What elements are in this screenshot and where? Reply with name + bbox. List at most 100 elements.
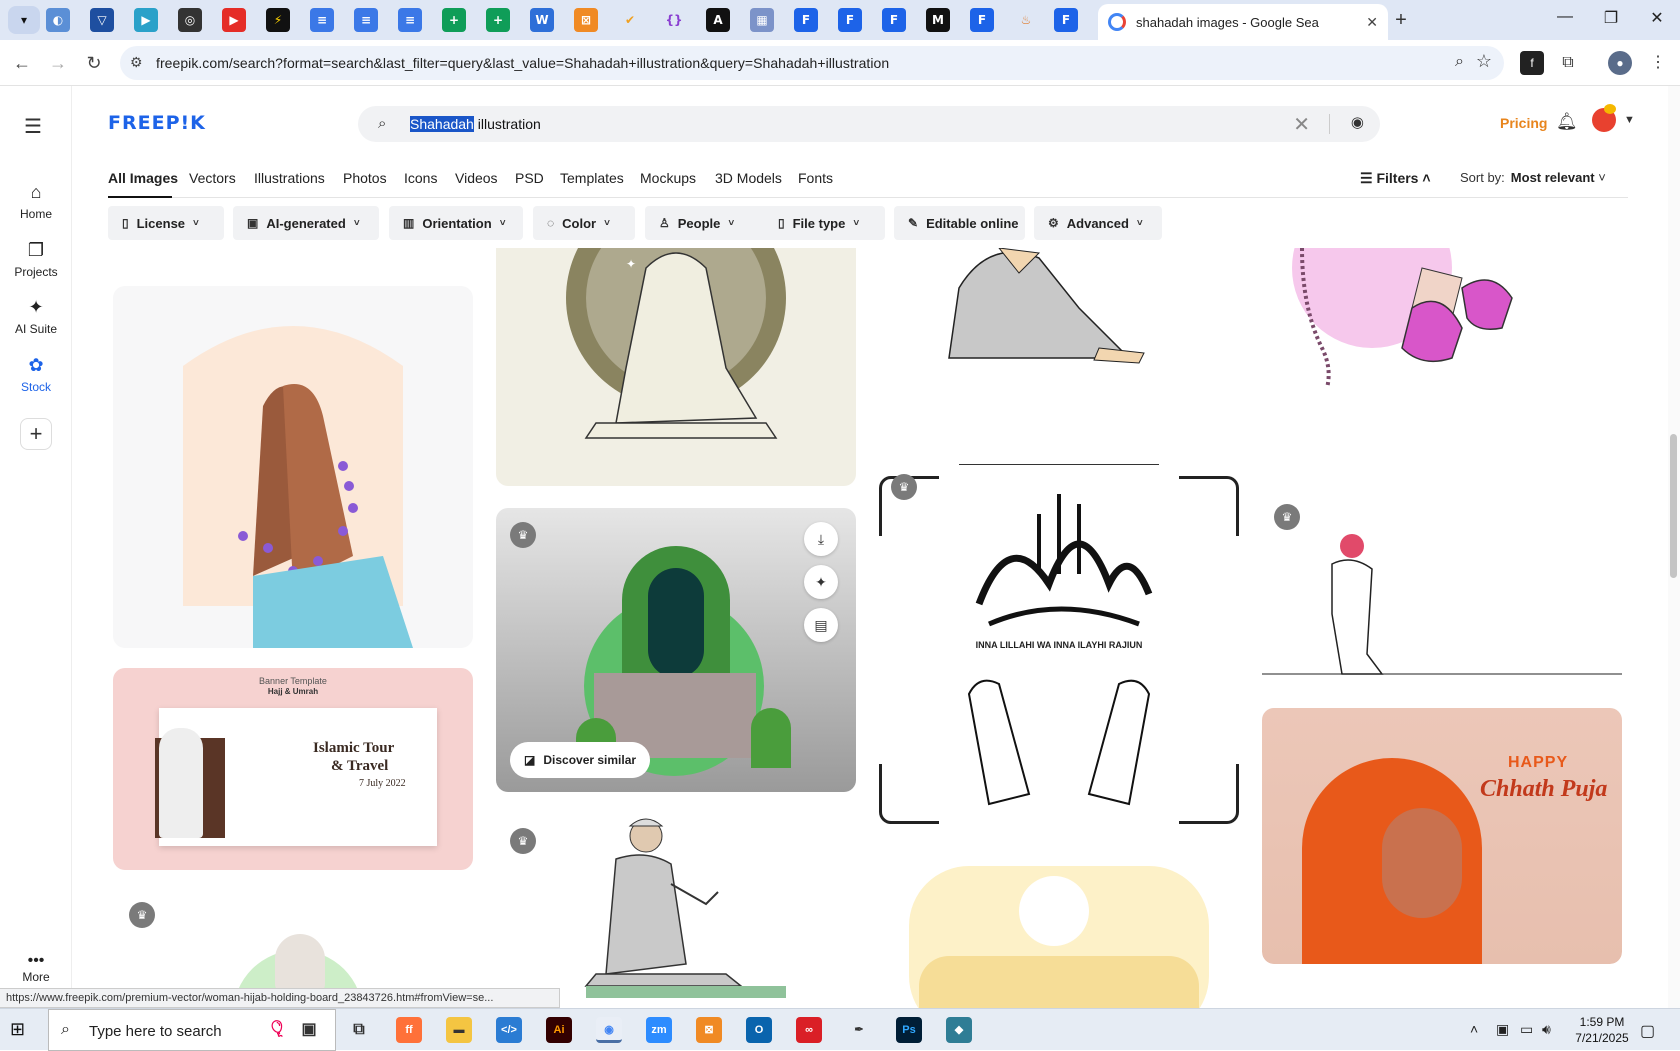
pinned-tab-icon[interactable]: ◎ xyxy=(178,8,202,32)
filter-file-type[interactable]: ▯ File type ˅ xyxy=(764,206,885,240)
notifications-icon[interactable]: ▢ xyxy=(1640,1021,1655,1041)
filter-ai-generated[interactable]: ▣ AI-generated ˅ xyxy=(233,206,379,240)
sheets-tab-icon[interactable]: + xyxy=(486,8,510,32)
freepik-tab-icon[interactable]: F xyxy=(1054,8,1078,32)
address-bar[interactable]: ⚙ freepik.com/search?format=search&last_… xyxy=(120,46,1504,80)
balloons-icon[interactable]: 🎈︎ xyxy=(262,1017,292,1043)
filter-people[interactable]: ♙ People ˅ xyxy=(645,206,783,240)
search-input[interactable]: Shahadah illustration xyxy=(410,116,541,132)
image-card-hovered[interactable]: ♛ ⤓ ✦ ▤ ◪ Discover similar xyxy=(496,508,856,792)
pinned-tab-icon[interactable]: ⊠ xyxy=(574,8,598,32)
creative-cloud-icon[interactable]: ∞ xyxy=(796,1017,822,1043)
pinned-tab-icon[interactable]: ▽ xyxy=(90,8,114,32)
firefox-icon[interactable]: ff xyxy=(396,1017,422,1043)
youtube-tab-icon[interactable]: ▶ xyxy=(222,8,246,32)
forward-icon[interactable]: → xyxy=(46,51,70,75)
filter-orientation[interactable]: ▥ Orientation ˅ xyxy=(389,206,523,240)
pinned-tab-icon[interactable]: W xyxy=(530,8,554,32)
reload-icon[interactable]: ↻ xyxy=(82,51,106,75)
scrollbar-thumb[interactable] xyxy=(1670,434,1677,578)
filter-license[interactable]: ▯ License ˅ xyxy=(108,206,224,240)
vscode-icon[interactable]: </> xyxy=(496,1017,522,1043)
file-explorer-icon[interactable]: ▬ xyxy=(446,1017,472,1043)
freepik-logo[interactable]: FREEP!K xyxy=(108,112,206,134)
bookmark-star-icon[interactable]: ☆ xyxy=(1476,51,1492,72)
tab-icons[interactable]: Icons xyxy=(404,170,437,186)
tab-psd[interactable]: PSD xyxy=(515,170,544,186)
browser-menu-icon[interactable]: ⋮ xyxy=(1646,51,1670,75)
image-card[interactable] xyxy=(1262,248,1622,408)
camera-app-icon[interactable]: ▣ xyxy=(296,1017,322,1043)
tab-illustrations[interactable]: Illustrations xyxy=(254,170,325,186)
pinned-tab-icon[interactable]: ▶ xyxy=(134,8,158,32)
search-bar[interactable]: ⌕ Shahadah illustration ✕ ◉ xyxy=(358,106,1380,142)
sidebar-item-ai-suite[interactable]: ✦ AI Suite xyxy=(0,297,72,336)
url-text[interactable]: freepik.com/search?format=search&last_fi… xyxy=(156,55,889,71)
sidebar-item-stock[interactable]: ✿ Stock xyxy=(0,355,72,394)
tray-chevron-icon[interactable]: ˄ xyxy=(1470,1021,1478,1037)
docs-tab-icon[interactable]: ≡ xyxy=(398,8,422,32)
image-card[interactable] xyxy=(113,286,473,648)
clear-search-icon[interactable]: ✕ xyxy=(1293,112,1310,137)
minimize-icon[interactable]: — xyxy=(1550,8,1580,26)
docs-tab-icon[interactable]: ≡ xyxy=(310,8,334,32)
profile-avatar[interactable]: ● xyxy=(1608,51,1632,75)
camera-search-icon[interactable]: ◉ xyxy=(1351,113,1364,131)
tab-videos[interactable]: Videos xyxy=(455,170,498,186)
app-icon[interactable]: ◆ xyxy=(946,1017,972,1043)
pinned-tab-icon[interactable]: ◐ xyxy=(46,8,70,32)
add-button[interactable]: + xyxy=(20,418,52,450)
image-card[interactable] xyxy=(879,846,1239,1008)
pinned-tab-icon[interactable]: ♨ xyxy=(1014,8,1038,32)
ai-edit-button[interactable]: ✦ xyxy=(804,565,838,599)
tab-fonts[interactable]: Fonts xyxy=(798,170,833,186)
download-button[interactable]: ⤓ xyxy=(804,522,838,556)
save-to-collection-button[interactable]: ▤ xyxy=(804,608,838,642)
pinned-tab-icon[interactable]: M xyxy=(926,8,950,32)
taskbar-clock[interactable]: 1:59 PM 7/21/2025 xyxy=(1562,1014,1642,1046)
chrome-icon[interactable]: ◉ xyxy=(596,1017,622,1043)
restore-icon[interactable]: ❐ xyxy=(1596,8,1626,28)
pen-tool-icon[interactable]: ✒ xyxy=(846,1017,872,1043)
close-tab-icon[interactable]: ✕ xyxy=(1366,14,1378,31)
image-card[interactable]: Banner Template Hajj & Umrah Islamic Tou… xyxy=(113,668,473,870)
discover-similar-button[interactable]: ◪ Discover similar xyxy=(510,742,651,778)
pinned-tab-icon[interactable]: ✔ xyxy=(618,8,642,32)
illustrator-icon[interactable]: Ai xyxy=(546,1017,572,1043)
hamburger-menu-icon[interactable]: ☰ xyxy=(24,114,42,139)
filter-advanced[interactable]: ⚙ Advanced ˅ xyxy=(1034,206,1162,240)
sidebar-item-more[interactable]: ••• More xyxy=(0,952,72,984)
sheets-tab-icon[interactable]: + xyxy=(442,8,466,32)
site-info-icon[interactable]: ⚙ xyxy=(130,54,143,71)
image-card[interactable]: ✦ xyxy=(496,248,856,486)
tab-3d-models[interactable]: 3D Models xyxy=(715,170,782,186)
tab-vectors[interactable]: Vectors xyxy=(189,170,236,186)
image-card[interactable]: ♛ INNA LILLAHI WA INNA ILAYHI RAJIUN xyxy=(879,464,1239,824)
outlook-icon[interactable]: O xyxy=(746,1017,772,1043)
freepik-tab-icon[interactable]: F xyxy=(794,8,818,32)
filter-color[interactable]: ◌ Color ˅ xyxy=(533,206,635,240)
window-close-icon[interactable]: ✕ xyxy=(1642,8,1672,28)
network-icon[interactable]: ▣ xyxy=(1496,1021,1509,1038)
tab-templates[interactable]: Templates xyxy=(560,170,624,186)
image-card[interactable] xyxy=(879,248,1239,408)
app-icon[interactable]: ⊠ xyxy=(696,1017,722,1043)
pinned-tab-icon[interactable]: {} xyxy=(662,8,686,32)
filters-toggle[interactable]: ☰ Filters ˄ xyxy=(1360,170,1431,187)
notifications-bell-icon[interactable]: 🔔︎ xyxy=(1556,112,1578,132)
volume-icon[interactable]: 🔊︎ xyxy=(1542,1021,1551,1038)
tab-photos[interactable]: Photos xyxy=(343,170,387,186)
extension-icon[interactable]: f xyxy=(1520,51,1544,75)
chevron-down-icon[interactable]: ▼ xyxy=(1624,114,1635,126)
sidebar-item-home[interactable]: ⌂ Home xyxy=(0,182,72,221)
freepik-tab-icon[interactable]: F xyxy=(882,8,906,32)
sort-dropdown[interactable]: Sort by: Most relevant ˅ xyxy=(1460,170,1606,185)
pinned-tab-icon[interactable]: ⚡ xyxy=(266,8,290,32)
windows-start-icon[interactable]: ⊞ xyxy=(10,1019,25,1040)
tab-all-images[interactable]: All Images xyxy=(108,170,178,186)
image-card[interactable]: ♛ HAPPY Chhath Puja xyxy=(1262,494,1622,964)
tab-mockups[interactable]: Mockups xyxy=(640,170,696,186)
tab-active[interactable]: shahadah images - Google Sea ✕ xyxy=(1098,4,1388,40)
extensions-puzzle-icon[interactable]: ⧉ xyxy=(1556,51,1580,75)
pricing-link[interactable]: Pricing xyxy=(1500,115,1547,131)
